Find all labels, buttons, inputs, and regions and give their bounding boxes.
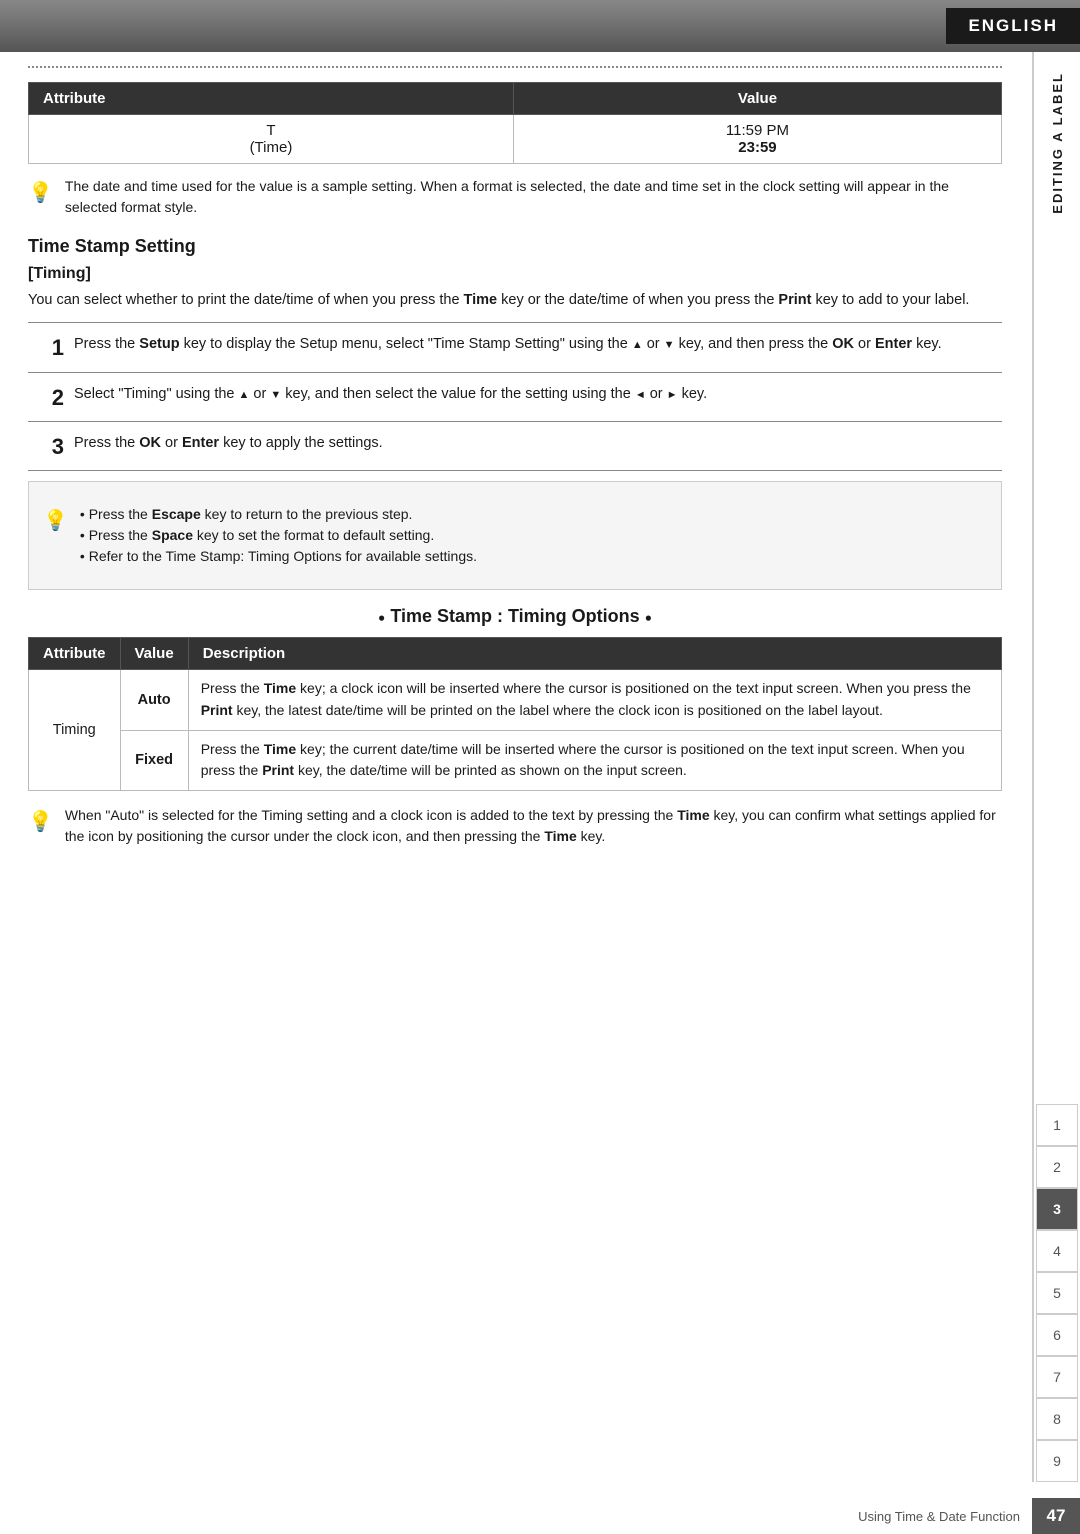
chapter-1[interactable]: 1 [1036, 1104, 1078, 1146]
value-time-cell: 11:59 PM 23:59 [513, 115, 1001, 164]
note-block-1: 💡 The date and time used for the value i… [28, 176, 1002, 218]
note-text-1: The date and time used for the value is … [65, 176, 1002, 218]
col-value: Value [513, 83, 1001, 115]
setup-key-ref: Setup [139, 336, 179, 352]
arrow-down-icon-2 [270, 386, 281, 402]
step-number-2: 2 [28, 383, 64, 411]
step-number-1: 1 [28, 333, 64, 361]
value-12hr: 11:59 PM [726, 122, 789, 139]
tip-2: Press the Space key to set the format to… [80, 525, 477, 546]
page-footer-text: Using Time & Date Function [858, 1509, 1020, 1524]
note-text-2: When "Auto" is selected for the Timing s… [65, 805, 1002, 847]
timing-row-fixed: Fixed Press the Time key; the current da… [29, 730, 1002, 790]
timing-body-text: You can select whether to print the date… [28, 289, 1002, 312]
arrow-up-icon-2 [239, 386, 250, 402]
step-content-3: Press the OK or Enter key to apply the s… [74, 432, 1002, 455]
chapter-3[interactable]: 3 [1036, 1188, 1078, 1230]
step-row-3: 3 Press the OK or Enter key to apply the… [28, 422, 1002, 471]
print-key-auto: Print [201, 702, 233, 718]
step-number-3: 3 [28, 432, 64, 460]
step-row-1: 1 Press the Setup key to display the Set… [28, 323, 1002, 372]
step-content-2: Select "Timing" using the or key, and th… [74, 383, 1002, 406]
time-key-note2: Time [677, 807, 709, 823]
ok-key-ref-2: OK [139, 435, 161, 451]
attr-t: T [266, 122, 275, 139]
tips-note-icon: 💡 [43, 506, 68, 536]
attr-time-label: (Time) [250, 139, 293, 156]
value-24hr: 23:59 [738, 139, 776, 156]
enter-key-ref-1: Enter [875, 336, 912, 352]
bullet-right: ● [645, 611, 652, 625]
step-row-2: 2 Select "Timing" using the or key, and … [28, 373, 1002, 422]
time-stamp-setting-heading: Time Stamp Setting [28, 236, 1002, 257]
timing-attr-cell: Timing [29, 670, 121, 791]
time-key-fixed: Time [264, 741, 296, 757]
bullet-left: ● [378, 611, 385, 625]
arrow-left-icon [635, 386, 646, 402]
right-sidebar: EDITING A LABEL 1 2 3 4 5 6 7 8 9 [1032, 52, 1080, 1482]
chapter-8[interactable]: 8 [1036, 1398, 1078, 1440]
tips-list: Press the Escape key to return to the pr… [80, 504, 477, 567]
chapter-5[interactable]: 5 [1036, 1272, 1078, 1314]
time-key-ref: Time [464, 292, 498, 308]
timing-row-auto: Timing Auto Press the Time key; a clock … [29, 670, 1002, 730]
chapter-9[interactable]: 9 [1036, 1440, 1078, 1482]
note-block-2: 💡 When "Auto" is selected for the Timing… [28, 805, 1002, 847]
chapter-6[interactable]: 6 [1036, 1314, 1078, 1356]
page-number-badge: 47 [1032, 1498, 1080, 1534]
print-key-fixed: Print [262, 762, 294, 778]
arrow-down-icon [664, 336, 675, 352]
col-attribute: Attribute [29, 83, 514, 115]
timing-options-table: Attribute Value Description Timing Auto … [28, 637, 1002, 791]
steps-container: 1 Press the Setup key to display the Set… [28, 322, 1002, 471]
attr-time-cell: T (Time) [29, 115, 514, 164]
enter-key-ref-2: Enter [182, 435, 219, 451]
note-icon-2: 💡 [28, 807, 53, 837]
sidebar-editing-label: EDITING A LABEL [1050, 72, 1065, 214]
timing-col-value: Value [120, 638, 188, 670]
time-key-note2b: Time [544, 828, 576, 844]
dotted-separator-top [28, 66, 1002, 68]
print-key-ref: Print [778, 292, 811, 308]
timing-fixed-desc: Press the Time key; the current date/tim… [188, 730, 1001, 790]
space-key-ref: Space [152, 527, 193, 543]
tip-3: Refer to the Time Stamp: Timing Options … [80, 546, 477, 567]
timing-options-heading: ● Time Stamp : Timing Options ● [28, 606, 1002, 627]
chapter-4[interactable]: 4 [1036, 1230, 1078, 1272]
chapter-numbers: 1 2 3 4 5 6 7 8 9 [1036, 1104, 1078, 1482]
escape-key-ref: Escape [152, 506, 201, 522]
chapter-2[interactable]: 2 [1036, 1146, 1078, 1188]
main-content: Attribute Value T (Time) 11:59 PM 23:59 … [0, 66, 1030, 879]
tips-note-icon-row: 💡 Press the Escape key to return to the … [43, 504, 987, 567]
timing-fixed-val: Fixed [120, 730, 188, 790]
top-header: ENGLISH [0, 0, 1080, 52]
timing-col-attribute: Attribute [29, 638, 121, 670]
step-content-1: Press the Setup key to display the Setup… [74, 333, 1002, 356]
time-key-auto: Time [264, 680, 296, 696]
arrow-right-icon [667, 386, 678, 402]
timing-col-description: Description [188, 638, 1001, 670]
timing-auto-desc: Press the Time key; a clock icon will be… [188, 670, 1001, 730]
tips-block: 💡 Press the Escape key to return to the … [28, 481, 1002, 590]
timing-auto-val: Auto [120, 670, 188, 730]
language-badge: ENGLISH [946, 8, 1080, 44]
timing-options-title: Time Stamp : Timing Options [390, 606, 639, 626]
attribute-value-table: Attribute Value T (Time) 11:59 PM 23:59 [28, 82, 1002, 164]
ok-key-ref-1: OK [832, 336, 854, 352]
timing-subheading: [Timing] [28, 265, 1002, 283]
note-icon-1: 💡 [28, 178, 53, 208]
arrow-up-icon [632, 336, 643, 352]
tip-1: Press the Escape key to return to the pr… [80, 504, 477, 525]
chapter-7[interactable]: 7 [1036, 1356, 1078, 1398]
table-row-time: T (Time) 11:59 PM 23:59 [29, 115, 1002, 164]
